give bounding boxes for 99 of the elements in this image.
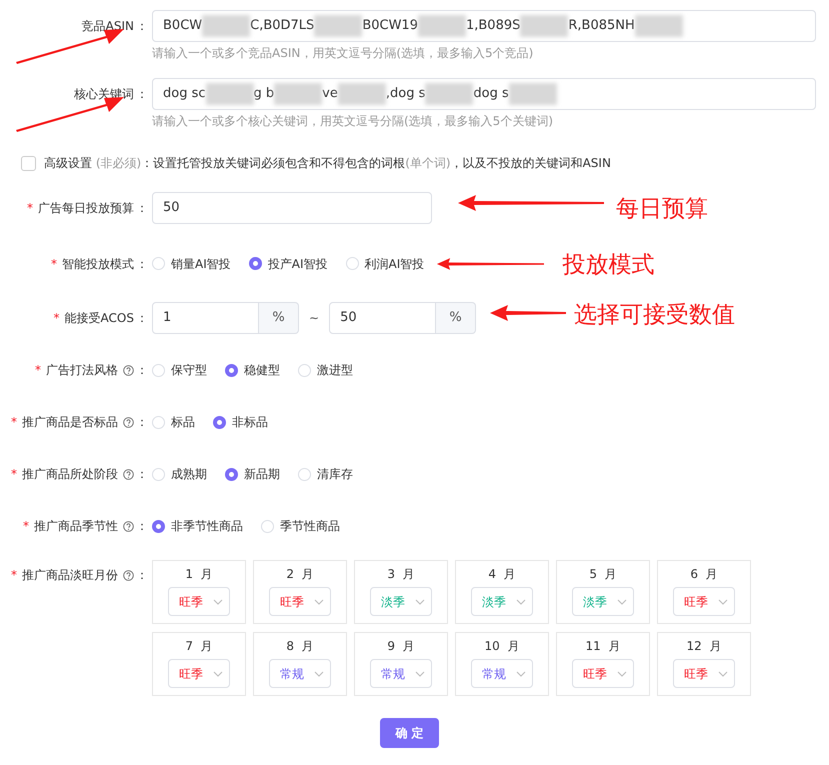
month-label: 1 月 bbox=[185, 566, 213, 583]
month-label: 7 月 bbox=[185, 638, 213, 655]
chevron-down-icon bbox=[617, 670, 627, 676]
field-label: 推广商品淡旺月份 bbox=[22, 567, 118, 584]
season-select[interactable]: 常规 bbox=[269, 659, 331, 688]
radio-option[interactable]: 季节性商品 bbox=[261, 517, 340, 535]
radio-option[interactable]: 销量AI智投 bbox=[152, 254, 231, 272]
radio-option[interactable]: 非标品 bbox=[213, 413, 268, 431]
range-separator: ~ bbox=[309, 310, 320, 327]
colon: ： bbox=[136, 18, 148, 35]
radio-option[interactable]: 标品 bbox=[152, 413, 195, 431]
season-select[interactable]: 旺季 bbox=[168, 587, 230, 616]
required-asterisk: * bbox=[11, 567, 17, 584]
annotation-text: 每日预算 bbox=[616, 195, 708, 224]
required-asterisk: * bbox=[35, 362, 41, 379]
season-select[interactable]: 旺季 bbox=[572, 659, 634, 688]
colon: ： bbox=[136, 256, 148, 272]
input-field[interactable]: 50 bbox=[152, 192, 432, 224]
chevron-down-icon bbox=[718, 670, 728, 676]
field-label: 推广商品所处阶段 bbox=[22, 466, 118, 483]
field-label: 推广商品季节性 bbox=[34, 518, 118, 535]
required-asterisk: * bbox=[54, 310, 60, 327]
input-field[interactable]: 50 bbox=[329, 302, 436, 334]
hint-text: 请输入一个或多个竞品ASIN，用英文逗号分隔(选填，最多输入5个竞品) bbox=[152, 45, 534, 62]
colon: ： bbox=[136, 567, 148, 584]
radio-option[interactable]: 投产AI智投 bbox=[248, 254, 328, 272]
checkbox[interactable] bbox=[21, 156, 36, 170]
season-select[interactable]: 旺季 bbox=[168, 659, 230, 688]
required-asterisk: * bbox=[11, 466, 17, 483]
redacted-text bbox=[425, 83, 474, 105]
field-label: 竞品ASIN bbox=[82, 18, 134, 35]
input-field[interactable]: 1 bbox=[152, 302, 259, 334]
chevron-down-icon bbox=[314, 670, 324, 676]
field-label: 能接受ACOS bbox=[64, 310, 134, 327]
season-select[interactable]: 旺季 bbox=[269, 587, 331, 616]
chevron-down-icon bbox=[516, 670, 526, 676]
month-label: 11 月 bbox=[586, 638, 620, 655]
chevron-down-icon bbox=[213, 598, 223, 604]
radio-option[interactable]: 稳健型 bbox=[225, 361, 280, 379]
redacted-text bbox=[418, 15, 466, 37]
redacted-text bbox=[520, 15, 568, 37]
redacted-text bbox=[634, 15, 683, 37]
unit-addon: % bbox=[259, 302, 299, 334]
confirm-button[interactable]: 确 定 bbox=[380, 718, 439, 748]
advanced-setting-text: 高级设置 (非必须)：设置托管投放关键词必须包含和不得包含的词根(单个词)，以及不投放的关键词和ASIN bbox=[44, 155, 611, 172]
input-field[interactable]: B0CW C,B0D7LS B0CW19 1,B089S R,B085NH bbox=[152, 10, 816, 42]
month-label: 6 月 bbox=[690, 566, 718, 583]
radio-option[interactable]: 清库存 bbox=[298, 465, 353, 483]
month-label: 4 月 bbox=[488, 566, 516, 583]
redacted-text bbox=[202, 15, 250, 37]
chevron-down-icon bbox=[213, 670, 223, 676]
month-label: 5 月 bbox=[589, 566, 617, 583]
chevron-down-icon bbox=[415, 670, 425, 676]
annotation-text: 投放模式 bbox=[562, 250, 654, 280]
field-label: 推广商品是否标品 bbox=[22, 414, 118, 431]
required-asterisk: * bbox=[11, 414, 17, 431]
field-label: 广告每日投放预算 bbox=[38, 200, 134, 217]
required-asterisk: * bbox=[51, 256, 57, 272]
colon: ： bbox=[136, 518, 148, 535]
month-label: 12 月 bbox=[686, 638, 722, 655]
radio-option[interactable]: 利润AI智投 bbox=[346, 254, 424, 272]
annotation-text: 选择可接受数值 bbox=[574, 301, 736, 330]
required-asterisk: * bbox=[27, 200, 33, 217]
required-asterisk: * bbox=[23, 518, 29, 535]
season-select[interactable]: 旺季 bbox=[673, 659, 735, 688]
redacted-text bbox=[508, 83, 557, 105]
chevron-down-icon bbox=[718, 598, 728, 604]
hint-text: 请输入一个或多个核心关键词，用英文逗号分隔(选填，最多输入5个关键词) bbox=[152, 113, 554, 130]
redacted-text bbox=[274, 83, 322, 105]
month-label: 9 月 bbox=[387, 638, 415, 655]
input-field[interactable]: dog sc g b ve ,dog s dog s bbox=[152, 78, 816, 110]
radio-option[interactable]: 新品期 bbox=[225, 465, 280, 483]
season-select[interactable]: 常规 bbox=[471, 659, 533, 688]
radio-option[interactable]: 成熟期 bbox=[152, 465, 207, 483]
colon: ： bbox=[136, 200, 148, 217]
colon: ： bbox=[136, 362, 148, 379]
chevron-down-icon bbox=[314, 598, 324, 604]
colon: ： bbox=[136, 414, 148, 431]
redacted-text bbox=[206, 83, 254, 105]
chevron-down-icon bbox=[516, 598, 526, 604]
season-select[interactable]: 常规 bbox=[370, 659, 432, 688]
radio-option[interactable]: 非季节性商品 bbox=[152, 517, 243, 535]
unit-addon: % bbox=[436, 302, 476, 334]
season-select[interactable]: 旺季 bbox=[673, 587, 735, 616]
month-label: 8 月 bbox=[286, 638, 314, 655]
radio-option[interactable]: 激进型 bbox=[298, 361, 353, 379]
field-label: 广告打法风格 bbox=[46, 362, 118, 379]
redacted-text bbox=[338, 83, 386, 105]
chevron-down-icon bbox=[415, 598, 425, 604]
redacted-text bbox=[314, 15, 362, 37]
month-label: 10 月 bbox=[484, 638, 520, 655]
radio-option[interactable]: 保守型 bbox=[152, 361, 207, 379]
month-label: 2 月 bbox=[286, 566, 314, 583]
colon: ： bbox=[136, 86, 148, 103]
colon: ： bbox=[136, 310, 148, 327]
field-label: 智能投放模式 bbox=[62, 256, 134, 272]
colon: ： bbox=[136, 466, 148, 483]
month-label: 3 月 bbox=[387, 566, 415, 583]
chevron-down-icon bbox=[617, 598, 627, 604]
